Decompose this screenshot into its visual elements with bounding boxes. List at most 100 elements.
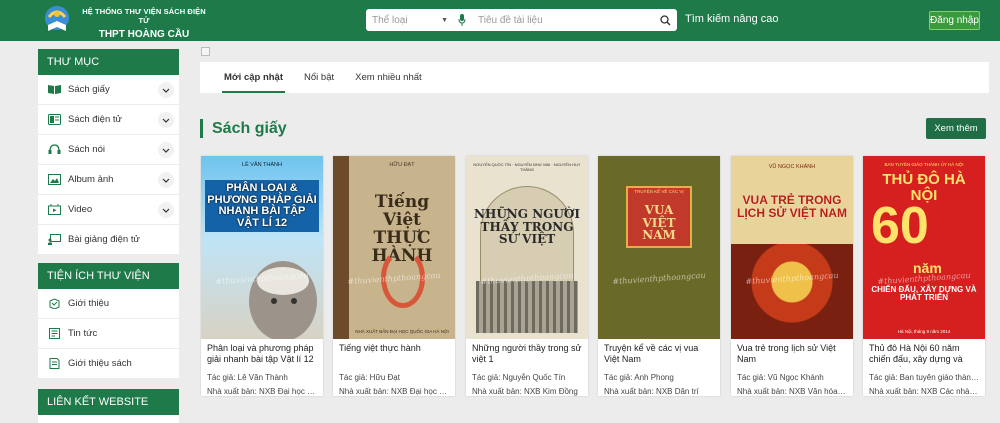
book-meta: Phân loại và phương pháp giải nhanh bài …: [201, 339, 323, 396]
book-title[interactable]: Truyện kể về các vị vua Việt Nam: [604, 343, 714, 367]
sidebar-item-label: Giới thiệu: [68, 298, 110, 309]
site-title-line2: THPT HOÀNG CẦU: [98, 29, 190, 40]
sidebar-item-label: Bài giảng điện tử: [68, 234, 140, 245]
book-publisher: Nhà xuất bản: NXB Đại học Quốc gia Hà Nộ…: [339, 387, 449, 396]
sidebar-item-book-intro[interactable]: Giới thiệu sách: [38, 349, 179, 379]
category-placeholder: Thể loại: [372, 14, 408, 26]
tab-bar: Mới cập nhật Nổi bật Xem nhiều nhất: [200, 62, 989, 93]
book-author: Tác giả: Ban tuyên giáo thành ủy Hà Nội: [869, 373, 979, 382]
cover-subtitle: CHIẾN ĐẤU, XÂY DỰNG VÀ PHÁT TRIỂN: [871, 285, 977, 303]
sidebar-item-label: Sách giấy: [68, 84, 110, 95]
cover-author: BAN TUYÊN GIÁO THÀNH ỦY HÀ NỘI: [884, 162, 964, 167]
book-card[interactable]: BAN TUYÊN GIÁO THÀNH ỦY HÀ NỘI THỦ ĐÔ HÀ…: [863, 156, 985, 396]
book-cover[interactable]: VŨ NGỌC KHÁNH VUA TRẺ TRONG LỊCH SỬ VIỆT…: [731, 156, 853, 339]
sidebar-item-ebooks[interactable]: Sách điện tử: [38, 105, 179, 135]
ebook-icon: [48, 113, 61, 126]
book-meta: Vua trẻ trong lịch sử Việt Nam Tác giả: …: [731, 339, 853, 396]
library-logo-icon[interactable]: [40, 3, 74, 37]
cover-publisher: Hà Nội, tháng 9 năm 2014: [897, 329, 951, 334]
site-title-line1: HỆ THỐNG THƯ VIỆN SÁCH ĐIỆN TỬ: [82, 7, 206, 25]
intro-icon: [48, 297, 61, 310]
book-open-icon: [48, 83, 61, 96]
book-cover[interactable]: TRUYỆN KỂ VỀ CÁC VỊ VUA VIỆT NAM #thuvie…: [598, 156, 720, 339]
book-card[interactable]: HỮU ĐẠT Tiếng Việt THỰC HÀNH #thuvienthp…: [333, 156, 455, 396]
sidebar-item-photo-album[interactable]: Album ảnh: [38, 165, 179, 195]
book-author: Tác giả: Vũ Ngọc Khánh: [737, 373, 824, 382]
book-card[interactable]: TRUYỆN KỂ VỀ CÁC VỊ VUA VIỆT NAM #thuvie…: [598, 156, 720, 396]
book-card[interactable]: LÊ VĂN THÀNH PHÂN LOẠI & PHƯƠNG PHÁP GIẢ…: [201, 156, 323, 396]
cover-title: VUA VIỆT NAM: [642, 203, 676, 243]
cover-author: TRUYỆN KỂ VỀ CÁC VỊ: [634, 189, 684, 194]
sidebar-item-label: Album ảnh: [68, 174, 114, 185]
book-card[interactable]: NGUYỄN QUỐC TÍN · NGUYỄN NHƯ MAI · NGUYỄ…: [466, 156, 588, 396]
caret-down-icon: ▼: [441, 16, 448, 24]
audio-book-icon: [48, 143, 61, 156]
chevron-down-icon[interactable]: [158, 202, 174, 218]
book-publisher: Nhà xuất bản: NXB Các nhà xuất bản: [869, 387, 979, 396]
site-title[interactable]: HỆ THỐNG THƯ VIỆN SÁCH ĐIỆN TỬ THPT HOÀN…: [80, 7, 208, 40]
book-cover[interactable]: HỮU ĐẠT Tiếng Việt THỰC HÀNH #thuvienthp…: [333, 156, 455, 339]
category-select[interactable]: Thể loại ▼: [366, 9, 454, 31]
book-meta: Thủ đô Hà Nội 60 năm chiến đấu, xây dựng…: [863, 339, 985, 396]
book-cover[interactable]: NGUYỄN QUỐC TÍN · NGUYỄN NHƯ MAI · NGUYỄ…: [466, 156, 588, 339]
cover-portrait-illustration: [249, 261, 317, 339]
sidebar-item-label: Sách nói: [68, 144, 105, 155]
see-more-button[interactable]: Xem thêm: [926, 118, 986, 139]
search-input[interactable]: [470, 9, 653, 31]
website-links-panel: LIÊN KẾT WEBSITE: [38, 389, 179, 423]
book-title[interactable]: Những người thầy trong sử việt 1: [472, 343, 582, 367]
photo-album-icon: [48, 173, 61, 186]
book-author: Tác giả: Lê Văn Thành: [207, 373, 288, 382]
directory-panel: THƯ MỤC Sách giấy Sách điện tử Sách nói: [38, 49, 179, 255]
sidebar-item-label: Tin tức: [68, 328, 98, 339]
cover-title: VUA TRẺ TRONG LỊCH SỬ VIỆT NAM: [737, 193, 847, 220]
book-title[interactable]: Vua trẻ trong lịch sử Việt Nam: [737, 343, 847, 367]
login-button[interactable]: Đăng nhập: [929, 11, 980, 30]
book-author: Tác giả: Anh Phong: [604, 373, 674, 382]
sidebar-item-news[interactable]: Tin tức: [38, 319, 179, 349]
book-meta: Những người thầy trong sử việt 1 Tác giả…: [466, 339, 588, 396]
cover-author: NGUYỄN QUỐC TÍN · NGUYỄN NHƯ MAI · NGUYỄ…: [473, 162, 581, 172]
chevron-down-icon[interactable]: [158, 172, 174, 188]
book-author: Tác giả: Hữu Đạt: [339, 373, 400, 382]
cover-title: PHÂN LOẠI & PHƯƠNG PHÁP GIẢI NHANH BÀI T…: [205, 180, 319, 233]
cover-title: NHỮNG NGƯỜI THẦY TRONG SỬ VIỆT: [474, 207, 580, 247]
sidebar-item-label: Sách điện tử: [68, 114, 122, 125]
book-title[interactable]: Tiếng việt thực hành: [339, 343, 449, 367]
search-bar: Thể loại ▼: [366, 9, 677, 31]
book-title[interactable]: Thủ đô Hà Nội 60 năm chiến đấu, xây dựng…: [869, 343, 979, 367]
book-card[interactable]: VŨ NGỌC KHÁNH VUA TRẺ TRONG LỊCH SỬ VIỆT…: [731, 156, 853, 396]
cover-author: VŨ NGỌC KHÁNH: [768, 164, 816, 170]
book-publisher: Nhà xuất bản: NXB Văn hóa - Thông tin: [737, 387, 847, 396]
sidebar-item-intro[interactable]: Giới thiệu: [38, 289, 179, 319]
cover-number: 60: [871, 197, 929, 255]
tab-most-viewed[interactable]: Xem nhiều nhất: [355, 62, 422, 93]
microphone-icon[interactable]: [454, 14, 470, 26]
book-publisher: Nhà xuất bản: NXB Đại học sư phạm: [207, 387, 317, 396]
cover-spine-decoration: [333, 156, 349, 339]
book-cover[interactable]: LÊ VĂN THÀNH PHÂN LOẠI & PHƯƠNG PHÁP GIẢ…: [201, 156, 323, 339]
search-icon[interactable]: [653, 14, 677, 26]
sidebar-item-audio-books[interactable]: Sách nói: [38, 135, 179, 165]
cover-dragon-illustration: [731, 244, 853, 339]
chevron-down-icon[interactable]: [158, 142, 174, 158]
tab-latest[interactable]: Mới cập nhật: [221, 62, 286, 93]
tab-featured[interactable]: Nổi bật: [304, 62, 334, 93]
sidebar-item-video[interactable]: Video: [38, 195, 179, 225]
chevron-down-icon[interactable]: [158, 82, 174, 98]
utilities-title: TIỆN ÍCH THƯ VIỆN: [38, 263, 179, 289]
book-meta: Tiếng việt thực hành Tác giả: Hữu Đạt Nh…: [333, 339, 455, 396]
book-cover[interactable]: BAN TUYÊN GIÁO THÀNH ỦY HÀ NỘI THỦ ĐÔ HÀ…: [863, 156, 985, 339]
directory-title: THƯ MỤC: [38, 49, 179, 75]
utilities-panel: TIỆN ÍCH THƯ VIỆN Giới thiệu Tin tức Giớ…: [38, 263, 179, 379]
book-intro-icon: [48, 357, 61, 370]
website-links-title: LIÊN KẾT WEBSITE: [38, 389, 179, 415]
book-title[interactable]: Phân loại và phương pháp giải nhanh bài …: [207, 343, 317, 367]
sidebar-item-paper-books[interactable]: Sách giấy: [38, 75, 179, 105]
chevron-down-icon[interactable]: [158, 112, 174, 128]
advanced-search-link[interactable]: Tìm kiếm nâng cao: [685, 13, 779, 25]
banner-image-placeholder: [201, 47, 210, 56]
book-author: Tác giả: Nguyễn Quốc Tín: [472, 373, 566, 382]
sidebar-item-lectures[interactable]: Bài giảng điện tử: [38, 225, 179, 255]
sidebar-item-label: Giới thiệu sách: [68, 358, 132, 369]
